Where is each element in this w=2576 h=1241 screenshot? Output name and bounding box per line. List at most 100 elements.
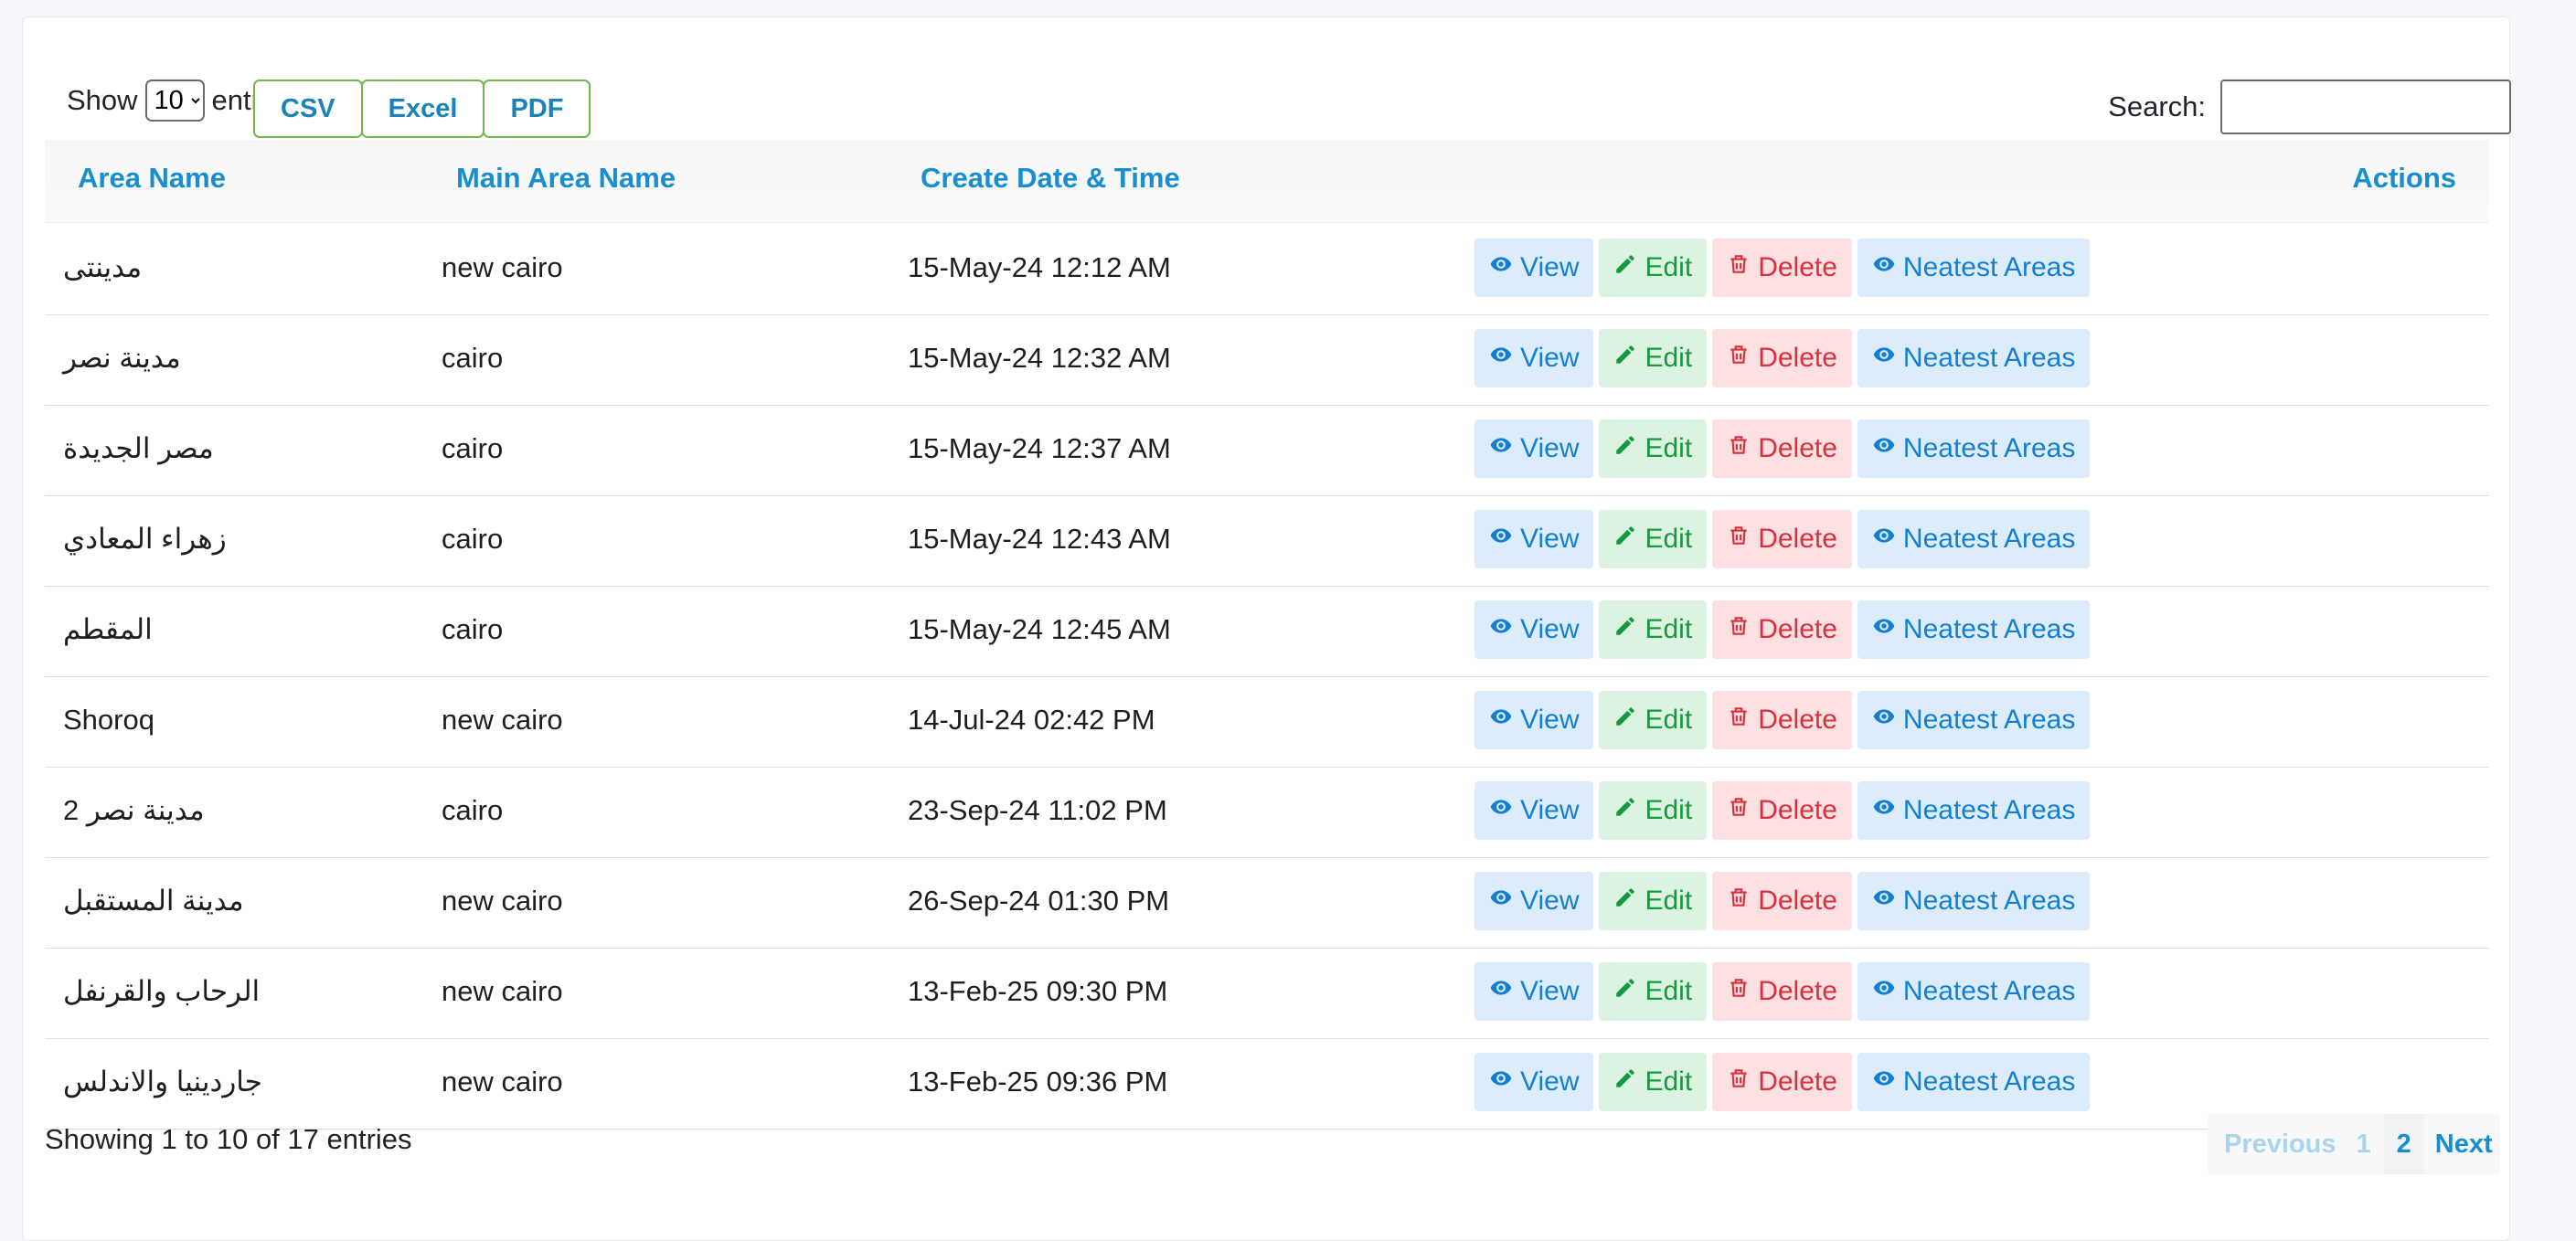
delete-label: Delete	[1758, 795, 1837, 825]
pencil-icon	[1613, 886, 1637, 917]
row-actions: View Edit Delete Neatest Areas	[1474, 239, 2091, 297]
pagination-page-1[interactable]: 1	[2344, 1130, 2384, 1160]
delete-label: Delete	[1758, 886, 1837, 916]
nearest-areas-button[interactable]: Neatest Areas	[1857, 1053, 2091, 1111]
nearest-areas-button[interactable]: Neatest Areas	[1857, 691, 2091, 749]
delete-button[interactable]: Delete	[1712, 329, 1852, 387]
nearest-areas-button[interactable]: Neatest Areas	[1857, 419, 2091, 478]
table-row: المقطم cairo 15-May-24 12:45 AM View Edit Del…	[45, 586, 2489, 677]
csv-button[interactable]: CSV	[253, 80, 363, 138]
area-name-cell: الرحاب والقرنفل	[63, 975, 261, 1007]
view-label: View	[1520, 705, 1580, 735]
column-header-actions: Actions	[2352, 162, 2456, 194]
pagination: Previous 1 2 Next	[2208, 1114, 2500, 1174]
pagination-previous[interactable]: Previous	[2208, 1130, 2344, 1160]
row-actions: View Edit Delete Neatest Areas	[1474, 872, 2091, 930]
eye-icon	[1489, 795, 1513, 826]
search-input[interactable]	[2220, 80, 2511, 134]
column-header-area-name[interactable]: Area Name	[78, 162, 226, 195]
delete-button[interactable]: Delete	[1712, 1053, 1852, 1111]
trash-icon	[1727, 524, 1751, 555]
trash-icon	[1727, 976, 1751, 1007]
view-button[interactable]: View	[1474, 419, 1594, 478]
nearest-areas-button[interactable]: Neatest Areas	[1857, 510, 2091, 568]
nearest-areas-button[interactable]: Neatest Areas	[1857, 781, 2091, 840]
delete-button[interactable]: Delete	[1712, 691, 1852, 749]
show-label: Show	[67, 84, 138, 116]
create-date-cell: 26-Sep-24 01:30 PM	[908, 885, 1170, 917]
pagination-next[interactable]: Next	[2424, 1130, 2500, 1160]
delete-button[interactable]: Delete	[1712, 600, 1852, 659]
edit-label: Edit	[1645, 252, 1693, 282]
edit-button[interactable]: Edit	[1599, 510, 1708, 568]
pagination-page-2[interactable]: 2	[2383, 1114, 2424, 1174]
entries-per-page-select[interactable]: 10	[144, 80, 205, 122]
edit-button[interactable]: Edit	[1599, 781, 1708, 840]
trash-icon	[1727, 1066, 1751, 1098]
view-button[interactable]: View	[1474, 691, 1594, 749]
nearest-areas-button[interactable]: Neatest Areas	[1857, 239, 2091, 297]
table-row: مدينة نصر cairo 15-May-24 12:32 AM View Edit…	[45, 314, 2489, 406]
area-name-cell: المقطم	[63, 613, 153, 645]
view-button[interactable]: View	[1474, 239, 1594, 297]
create-date-cell: 15-May-24 12:43 AM	[908, 523, 1171, 555]
nearest-areas-button[interactable]: Neatest Areas	[1857, 600, 2091, 659]
view-button[interactable]: View	[1474, 962, 1594, 1021]
delete-label: Delete	[1758, 976, 1837, 1006]
column-header-create-date[interactable]: Create Date & Time	[921, 162, 1180, 195]
edit-button[interactable]: Edit	[1599, 239, 1708, 297]
view-label: View	[1520, 433, 1580, 463]
eye-icon	[1489, 1066, 1513, 1098]
delete-button[interactable]: Delete	[1712, 781, 1852, 840]
pencil-icon	[1613, 795, 1637, 826]
area-name-cell: مدينة نصر 2	[63, 794, 205, 826]
excel-button[interactable]: Excel	[360, 80, 485, 138]
edit-button[interactable]: Edit	[1599, 329, 1708, 387]
eye-icon	[1872, 524, 1896, 555]
create-date-cell: 15-May-24 12:12 AM	[908, 251, 1171, 283]
eye-icon	[1489, 433, 1513, 464]
area-name-cell: مصر الجديدة	[63, 432, 214, 464]
pencil-icon	[1613, 343, 1637, 374]
edit-button[interactable]: Edit	[1599, 419, 1708, 478]
nearest-areas-button[interactable]: Neatest Areas	[1857, 962, 2091, 1021]
view-button[interactable]: View	[1474, 329, 1594, 387]
area-name-cell: جاردينيا والاندلس	[63, 1066, 262, 1098]
create-date-cell: 15-May-24 12:32 AM	[908, 342, 1171, 374]
delete-button[interactable]: Delete	[1712, 419, 1852, 478]
edit-button[interactable]: Edit	[1599, 691, 1708, 749]
view-label: View	[1520, 1066, 1580, 1097]
view-button[interactable]: View	[1474, 872, 1594, 930]
delete-label: Delete	[1758, 433, 1837, 463]
main-area-cell: new cairo	[442, 885, 563, 917]
trash-icon	[1727, 614, 1751, 645]
nearest-areas-button[interactable]: Neatest Areas	[1857, 872, 2091, 930]
row-actions: View Edit Delete Neatest Areas	[1474, 781, 2091, 840]
edit-button[interactable]: Edit	[1599, 1053, 1708, 1111]
eye-icon	[1489, 252, 1513, 283]
edit-button[interactable]: Edit	[1599, 962, 1708, 1021]
main-area-cell: new cairo	[442, 975, 563, 1007]
table-row: مدينتى new cairo 15-May-24 12:12 AM View Edi…	[45, 224, 2489, 315]
edit-button[interactable]: Edit	[1599, 872, 1708, 930]
delete-button[interactable]: Delete	[1712, 239, 1852, 297]
edit-label: Edit	[1645, 795, 1693, 825]
nearest-areas-label: Neatest Areas	[1902, 433, 2076, 463]
delete-button[interactable]: Delete	[1712, 510, 1852, 568]
nearest-areas-button[interactable]: Neatest Areas	[1857, 329, 2091, 387]
delete-button[interactable]: Delete	[1712, 962, 1852, 1021]
pdf-button[interactable]: PDF	[483, 80, 591, 138]
view-button[interactable]: View	[1474, 1053, 1594, 1111]
edit-label: Edit	[1645, 433, 1693, 463]
nearest-areas-label: Neatest Areas	[1902, 976, 2076, 1006]
edit-button[interactable]: Edit	[1599, 600, 1708, 659]
eye-icon	[1872, 614, 1896, 645]
view-button[interactable]: View	[1474, 600, 1594, 659]
pencil-icon	[1613, 1066, 1637, 1098]
view-button[interactable]: View	[1474, 781, 1594, 840]
column-header-main-area-name[interactable]: Main Area Name	[456, 162, 676, 195]
delete-button[interactable]: Delete	[1712, 872, 1852, 930]
view-button[interactable]: View	[1474, 510, 1594, 568]
pencil-icon	[1613, 705, 1637, 736]
view-label: View	[1520, 252, 1580, 282]
